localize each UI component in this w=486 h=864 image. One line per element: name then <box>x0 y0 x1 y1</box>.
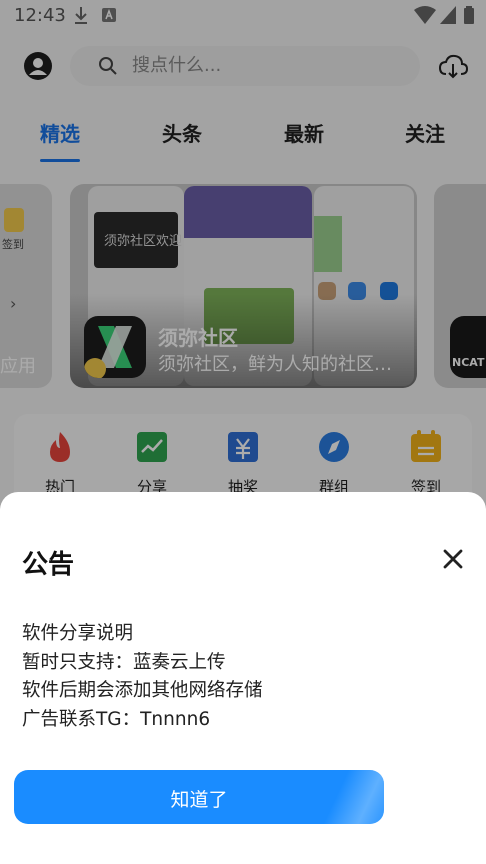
dialog-line: 暂时只支持：蓝奏云上传 <box>22 651 226 673</box>
dialog-line: 软件后期会添加其他网络存储 <box>22 680 263 701</box>
dialog-line: 广告联系TG：Tnnnn6 <box>22 708 211 730</box>
confirm-button-label: 知道了 <box>170 789 228 811</box>
dialog-body: 软件分享说明 暂时只支持：蓝奏云上传 软件后期会添加其他网络存储 广告联系TG：… <box>22 620 462 734</box>
dialog-line: 软件分享说明 <box>22 623 134 644</box>
close-icon[interactable] <box>436 542 470 576</box>
announcement-dialog: 公告 软件分享说明 暂时只支持：蓝奏云上传 软件后期会添加其他网络存储 广告联系… <box>0 492 486 864</box>
dialog-title: 公告 <box>22 550 75 580</box>
confirm-button[interactable]: 知道了 <box>14 770 384 824</box>
